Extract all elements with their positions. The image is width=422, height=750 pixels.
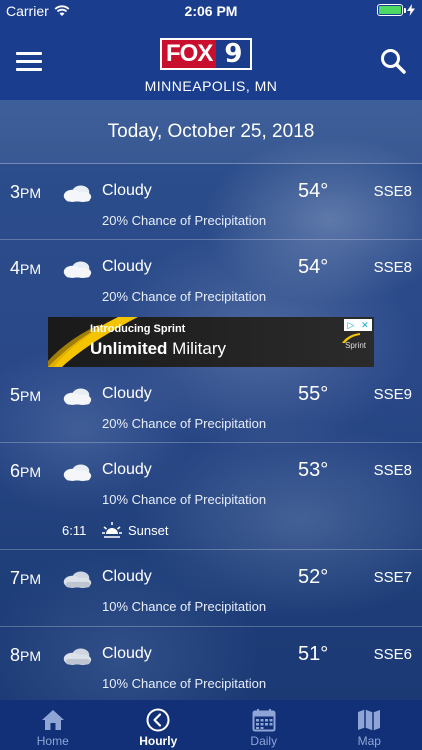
cloudy-icon [63, 388, 92, 405]
logo-number: 9 [216, 40, 251, 68]
hour-ampm: PM [20, 261, 42, 277]
wind-label: SSE8 [373, 259, 412, 276]
home-icon [41, 710, 64, 730]
close-icon[interactable]: ✕ [361, 320, 369, 331]
ad-title: Unlimited Military [90, 339, 226, 359]
condition-label: Cloudy [102, 645, 152, 662]
city-label: MINNEAPOLIS, MN [144, 78, 278, 94]
hour-number: 6 [10, 461, 21, 481]
fox9-logo: FOX 9 [160, 38, 253, 70]
precip-label: 20% Chance of Precipitation [102, 213, 267, 228]
hourly-row: 5PM Cloudy 55° SSE9 20% Chance of Precip… [0, 367, 422, 443]
condition-label: Cloudy [102, 568, 152, 585]
status-right [377, 4, 416, 16]
cloudy-icon [63, 185, 92, 202]
menu-button[interactable] [16, 52, 42, 72]
cloudy-icon [63, 261, 92, 278]
hour-label: 6PM [10, 461, 41, 482]
tab-hourly[interactable]: Hourly [106, 700, 212, 750]
ad-choices-icon[interactable]: ▷ [347, 320, 354, 331]
precip-label: 10% Chance of Precipitation [102, 492, 267, 507]
app-header: FOX 9 MINNEAPOLIS, MN [0, 22, 422, 100]
ad-title-bold: Unlimited [90, 339, 168, 358]
wind-label: SSE7 [373, 569, 412, 586]
temperature: 54° [298, 256, 329, 278]
wind-label: SSE9 [373, 386, 412, 403]
precip-label: 10% Chance of Precipitation [102, 599, 267, 614]
logo-fox-text: FOX [162, 40, 217, 68]
hamburger-line [16, 68, 42, 71]
calendar-icon [252, 709, 276, 732]
hour-ampm: PM [20, 185, 42, 201]
precip-label: 20% Chance of Precipitation [102, 289, 267, 304]
cloudy-icon [63, 464, 92, 481]
temperature: 53° [298, 459, 329, 481]
charging-bolt-icon [407, 4, 415, 16]
hour-label: 8PM [10, 645, 41, 666]
precip-label: 10% Chance of Precipitation [102, 676, 267, 691]
clock-icon [146, 708, 170, 732]
hour-label: 7PM [10, 568, 41, 589]
cloudy-night-icon [63, 648, 92, 665]
condition-label: Cloudy [102, 258, 152, 275]
wind-label: SSE8 [373, 462, 412, 479]
temperature: 51° [298, 643, 329, 665]
wind-label: SSE6 [373, 646, 412, 663]
hour-label: 4PM [10, 258, 41, 279]
date-header: Today, October 25, 2018 [0, 100, 422, 164]
status-bar: Carrier 2:06 PM [0, 0, 422, 22]
hour-number: 5 [10, 385, 21, 405]
tab-bar: Home Hourly Daily Map [0, 700, 422, 750]
wind-label: SSE8 [373, 183, 412, 200]
search-icon[interactable] [380, 48, 406, 74]
hour-number: 7 [10, 568, 21, 588]
tab-label: Map [357, 734, 381, 748]
hour-ampm: PM [20, 648, 42, 664]
hour-label: 3PM [10, 182, 41, 203]
hour-number: 4 [10, 258, 21, 278]
hourly-row: 6PM Cloudy 53° SSE8 10% Chance of Precip… [0, 443, 422, 550]
status-time: 2:06 PM [184, 3, 238, 19]
battery-icon [377, 4, 406, 16]
tab-map[interactable]: Map [317, 700, 422, 750]
ad-headline: Introducing Sprint [90, 323, 186, 335]
precip-label: 20% Chance of Precipitation [102, 416, 267, 431]
hour-number: 8 [10, 645, 21, 665]
hour-ampm: PM [20, 464, 42, 480]
hourly-row: 7PM Cloudy 52° SSE7 10% Chance of Precip… [0, 550, 422, 627]
hourly-row: 3PM Cloudy 54° SSE8 20% Chance of Precip… [0, 164, 422, 240]
tab-home[interactable]: Home [0, 700, 106, 750]
condition-label: Cloudy [102, 385, 152, 402]
hour-number: 3 [10, 182, 21, 202]
hamburger-line [16, 60, 42, 63]
tab-daily[interactable]: Daily [211, 700, 317, 750]
temperature: 54° [298, 180, 329, 202]
sunset-icon [102, 522, 122, 538]
sunset-time: 6:11 [62, 523, 87, 538]
tab-label: Hourly [139, 734, 178, 748]
hamburger-icon [16, 52, 42, 55]
sunset-label: Sunset [128, 523, 169, 538]
temperature: 55° [298, 383, 329, 405]
ad-brand-label: Sprint [345, 341, 366, 350]
map-icon [358, 709, 381, 731]
ad-title-rest: Military [167, 339, 227, 358]
condition-label: Cloudy [102, 182, 152, 199]
hour-ampm: PM [20, 388, 42, 404]
cloudy-night-icon [63, 571, 92, 588]
ad-banner[interactable]: Introducing Sprint Unlimited Military Sp… [48, 317, 374, 367]
tab-label: Home [36, 734, 69, 748]
condition-label: Cloudy [102, 461, 152, 478]
tab-label: Daily [250, 734, 278, 748]
hour-ampm: PM [20, 571, 42, 587]
temperature: 52° [298, 566, 329, 588]
hourly-row: 4PM Cloudy 54° SSE8 20% Chance of Precip… [0, 240, 422, 317]
ad-choices-close[interactable]: ▷ ✕ [344, 319, 372, 331]
hourly-row: 8PM Cloudy 51° SSE6 10% Chance of Precip… [0, 627, 422, 700]
hour-label: 5PM [10, 385, 41, 406]
